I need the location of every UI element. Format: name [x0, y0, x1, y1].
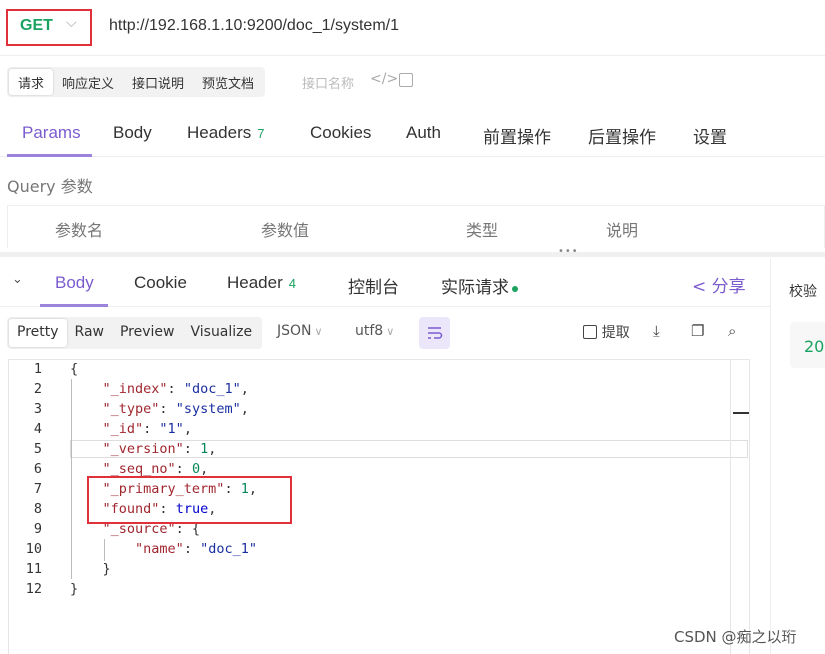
- tab-headers[interactable]: Headers 7: [187, 123, 265, 143]
- share-label: 分享: [711, 277, 746, 297]
- line-number: 11: [25, 561, 42, 577]
- line-number: 2: [33, 381, 42, 397]
- scrollbar[interactable]: [730, 360, 731, 654]
- code-line: "_type": "system",: [102, 401, 249, 417]
- share-icon: <: [692, 277, 707, 297]
- line-number: 5: [33, 441, 42, 457]
- seg-api-doc[interactable]: 接口说明: [123, 69, 193, 95]
- type-value: JSON: [277, 323, 312, 339]
- mode-pretty[interactable]: Pretty: [9, 319, 67, 347]
- active-tab-indicator: [7, 154, 92, 157]
- request-view-switch: 请求 响应定义 接口说明 预览文档: [7, 67, 266, 97]
- encoding-select[interactable]: utf8 ∨: [355, 323, 394, 339]
- url-input[interactable]: http://192.168.1.10:9200/doc_1/system/1: [109, 17, 399, 35]
- code-line: }: [70, 561, 111, 577]
- tab-actual-request-label: 实际请求: [441, 278, 509, 297]
- seg-preview-doc[interactable]: 预览文档: [193, 69, 263, 95]
- line-number: 7: [33, 481, 42, 497]
- panel-icon[interactable]: [399, 73, 413, 87]
- column-header: 参数名: [55, 221, 104, 240]
- code-icon[interactable]: </>: [370, 71, 398, 87]
- copy-icon[interactable]: ❐: [691, 322, 704, 340]
- tab-body[interactable]: Body: [113, 123, 152, 143]
- wrap-icon: [428, 327, 443, 339]
- tab-auth[interactable]: Auth: [406, 123, 441, 143]
- tab-headers-label: Headers: [187, 123, 252, 142]
- tab-settings[interactable]: 设置: [693, 123, 727, 148]
- chevron-down-icon[interactable]: ⌵: [66, 15, 77, 31]
- query-table: [7, 205, 825, 248]
- extract-button[interactable]: 提取: [583, 322, 630, 342]
- seg-request[interactable]: 请求: [9, 69, 54, 95]
- header-count: 4: [288, 276, 296, 291]
- line-number: 10: [25, 541, 42, 557]
- tab-response-cookie[interactable]: Cookie: [134, 273, 187, 293]
- tab-response-header-label: Header: [227, 273, 283, 292]
- status-code: 20: [804, 337, 825, 356]
- mode-preview[interactable]: Preview: [112, 319, 183, 347]
- mode-visualize[interactable]: Visualize: [182, 319, 260, 347]
- tab-response-header[interactable]: Header 4: [227, 273, 296, 293]
- right-panel-title: 校验: [789, 284, 817, 300]
- headers-count: 7: [257, 126, 265, 141]
- code-line: "_id": "1",: [102, 421, 192, 437]
- line-number: 3: [33, 401, 42, 417]
- mode-raw[interactable]: Raw: [67, 319, 112, 347]
- tab-actual-request[interactable]: 实际请求: [441, 273, 518, 298]
- chevron-down-icon: ∨: [386, 325, 395, 338]
- wrap-lines-button[interactable]: [419, 317, 450, 349]
- code-line: "_version": 1,: [102, 441, 217, 457]
- code-line: "_index": "doc_1",: [102, 381, 249, 397]
- line-number: 8: [33, 501, 42, 517]
- drag-handle-icon[interactable]: •••: [558, 246, 579, 257]
- column-header: 说明: [606, 221, 639, 240]
- divider: [0, 55, 825, 56]
- line-number: 4: [33, 421, 42, 437]
- format-switch: Pretty Raw Preview Visualize: [7, 317, 263, 349]
- search-icon[interactable]: ⌕: [728, 322, 736, 340]
- code-line: }: [70, 581, 79, 597]
- line-number: 9: [33, 521, 42, 537]
- chevron-down-icon: ∨: [314, 325, 323, 338]
- type-select[interactable]: JSON ∨: [277, 323, 323, 339]
- panel-resize-bar[interactable]: [0, 252, 825, 257]
- seg-response-def[interactable]: 响应定义: [53, 69, 123, 95]
- api-name-input[interactable]: 接口名称: [302, 73, 354, 92]
- tab-params[interactable]: Params: [22, 123, 81, 143]
- tab-response-body[interactable]: Body: [55, 273, 94, 293]
- right-panel: [770, 258, 825, 654]
- share-button[interactable]: < 分享: [692, 272, 746, 297]
- code-line: "_seq_no": 0,: [102, 461, 209, 477]
- tab-post-ops[interactable]: 后置操作: [588, 123, 656, 148]
- divider: [0, 306, 770, 307]
- column-header: 参数值: [261, 221, 310, 240]
- line-number: 6: [33, 461, 42, 477]
- method-select[interactable]: GET: [20, 17, 53, 35]
- tab-cookies[interactable]: Cookies: [310, 123, 371, 143]
- code-line: "name": "doc_1": [135, 541, 257, 557]
- divider: [0, 156, 825, 157]
- encoding-value: utf8: [355, 323, 384, 339]
- status-dot: [512, 285, 518, 292]
- code-line: {: [70, 361, 79, 377]
- download-icon[interactable]: ⤓: [653, 322, 660, 340]
- tab-console[interactable]: 控制台: [348, 273, 399, 298]
- watermark: CSDN @痴之以珩: [674, 628, 797, 646]
- annotation-box: [87, 476, 292, 524]
- extract-label: 提取: [601, 325, 630, 341]
- active-tab-indicator: [40, 304, 108, 307]
- scrollbar-thumb[interactable]: [733, 412, 749, 414]
- column-header: 类型: [466, 221, 499, 240]
- extract-icon: [583, 325, 597, 339]
- line-number: 12: [25, 581, 42, 597]
- collapse-chevron-icon[interactable]: ⌄: [12, 272, 23, 287]
- query-title: Query 参数: [7, 177, 93, 196]
- tab-pre-ops[interactable]: 前置操作: [483, 123, 551, 148]
- line-number: 1: [33, 361, 42, 377]
